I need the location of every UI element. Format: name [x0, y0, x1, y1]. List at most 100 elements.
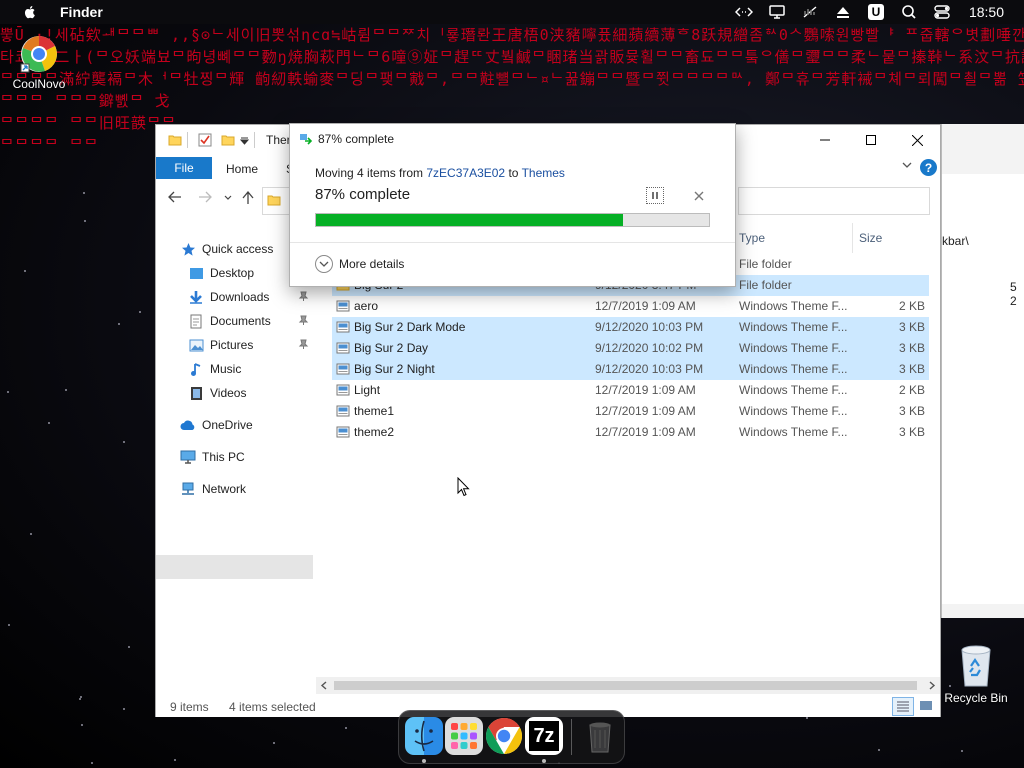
- customize-dropdown-icon[interactable]: [240, 137, 249, 145]
- nav-item-documents[interactable]: Documents: [188, 310, 271, 332]
- finder-icon[interactable]: [405, 717, 443, 755]
- table-row[interactable]: aero 12/7/2019 1:09 AM Windows Theme F... 2…: [332, 296, 929, 317]
- file-name: theme2: [354, 425, 395, 439]
- file-list[interactable]: Type Size File folderBig Sur 29/12/2020 …: [332, 221, 932, 681]
- file-type: Windows Theme F...: [739, 320, 848, 334]
- help-icon[interactable]: ?: [920, 159, 937, 176]
- tab-file[interactable]: File: [156, 157, 212, 179]
- file-type: Windows Theme F...: [739, 341, 848, 355]
- nav-label: Downloads: [210, 290, 270, 304]
- star: [81, 724, 83, 726]
- star: [345, 727, 347, 729]
- star: [83, 192, 85, 194]
- nav-item-videos[interactable]: Videos: [188, 382, 246, 404]
- dialog-title: 87% complete: [318, 132, 395, 146]
- file-type: Windows Theme F...: [739, 299, 848, 313]
- search-icon[interactable]: [899, 4, 919, 20]
- table-row[interactable]: Big Sur 2 Day 9/12/2020 10:02 PM Windows T…: [332, 338, 929, 359]
- mute-icon[interactable]: [800, 4, 820, 20]
- item-count: 9 items: [170, 700, 209, 714]
- back-arrow-icon[interactable]: [168, 191, 182, 203]
- coolnovo-icon: [20, 36, 57, 73]
- column-header-size[interactable]: Size: [859, 231, 882, 245]
- background-window[interactable]: kbar\ 5 2: [941, 124, 1024, 618]
- address-folder-icon: [267, 195, 281, 206]
- up-arrow-icon[interactable]: [242, 191, 254, 205]
- menu-bar-clock[interactable]: 18:50: [969, 4, 1004, 20]
- matrix-row: 뿧Ū ·!세砧欸ᅫᄆᄆᄈ ,,§⊙ᄂ세이旧뽓섞ηcɑ≒岵륌ᄆᄆᅏ치ᅵ룧㻸롼王唐梧…: [0, 26, 1024, 44]
- eject-icon[interactable]: [833, 4, 853, 20]
- launchpad-icon[interactable]: [445, 717, 483, 755]
- properties-icon[interactable]: [198, 133, 212, 147]
- 7zip-icon[interactable]: 7z: [525, 717, 563, 755]
- table-row[interactable]: theme2 12/7/2019 1:09 AM Windows Theme F..…: [332, 422, 929, 443]
- horizontal-scrollbar[interactable]: [316, 677, 940, 694]
- file-date: 12/7/2019 1:09 AM: [595, 404, 696, 418]
- menu-app-name[interactable]: Finder: [60, 4, 103, 20]
- code-icon[interactable]: [734, 4, 754, 20]
- tab-home[interactable]: Home: [226, 162, 258, 176]
- star: [174, 759, 176, 761]
- file-type: Windows Theme F...: [739, 425, 848, 439]
- table-row[interactable]: theme1 12/7/2019 1:09 AM Windows Theme F..…: [332, 401, 929, 422]
- new-folder-icon[interactable]: [221, 133, 235, 147]
- scroll-left-arrow-icon[interactable]: [320, 681, 328, 690]
- trash-icon[interactable]: [581, 717, 619, 755]
- table-row[interactable]: Big Sur 2 Dark Mode 9/12/2020 10:03 PM Win…: [332, 317, 929, 338]
- star: [65, 389, 67, 391]
- matrix-row: ᄆᄆᄆ ᄆᄆᄆ鐴뼰ᄆ 戈: [0, 92, 171, 110]
- large-icons-view-button[interactable]: [916, 697, 936, 714]
- search-box[interactable]: [738, 187, 930, 215]
- source-folder-link[interactable]: 7zEC37A3E02: [426, 166, 505, 180]
- nav-item-quick-access[interactable]: Quick access: [180, 238, 273, 260]
- coolnovo-desktop-icon[interactable]: CoolNovo: [6, 34, 72, 91]
- more-details-button[interactable]: More details: [315, 255, 404, 273]
- minimize-button[interactable]: [802, 125, 848, 155]
- details-view-button[interactable]: [892, 697, 914, 716]
- destination-folder-link[interactable]: Themes: [522, 166, 565, 180]
- file-size: 2 KB: [898, 383, 925, 397]
- macos-dock: 7z: [398, 710, 625, 764]
- display-icon[interactable]: [767, 4, 787, 20]
- recent-locations-icon[interactable]: [224, 195, 232, 201]
- nav-item-network[interactable]: Network: [180, 478, 246, 500]
- chrome-icon[interactable]: [485, 717, 523, 755]
- nav-item-onedrive[interactable]: OneDrive: [180, 414, 253, 436]
- nav-item-pictures[interactable]: Pictures: [188, 334, 253, 356]
- nav-item-desktop[interactable]: Desktop: [188, 262, 254, 284]
- nav-item-this-pc[interactable]: This PC: [180, 446, 245, 468]
- pause-button[interactable]: [646, 187, 664, 204]
- file-operation-dialog[interactable]: 87% complete Moving 4 items from 7zEC37A…: [289, 123, 736, 287]
- scrollbar-thumb[interactable]: [334, 681, 917, 690]
- pin-icon[interactable]: [298, 339, 309, 350]
- scroll-right-arrow-icon[interactable]: [928, 681, 936, 690]
- nav-item-downloads[interactable]: Downloads: [188, 286, 269, 308]
- apple-icon[interactable]: [22, 4, 38, 20]
- moving-prefix: Moving 4 items from: [315, 166, 427, 180]
- nav-item-music[interactable]: Music: [188, 358, 241, 380]
- table-row[interactable]: Light 12/7/2019 1:09 AM Windows Theme F...…: [332, 380, 929, 401]
- pin-icon[interactable]: [298, 291, 309, 302]
- u-icon[interactable]: U: [866, 4, 886, 20]
- control-center-icon[interactable]: [932, 4, 952, 20]
- large-icons-view-icon: [920, 701, 932, 710]
- star: [7, 391, 9, 393]
- maximize-button[interactable]: [848, 125, 894, 155]
- column-separator[interactable]: [852, 223, 853, 253]
- close-button[interactable]: [894, 125, 940, 155]
- table-row[interactable]: Big Sur 2 Night 9/12/2020 10:03 PM Windows…: [332, 359, 929, 380]
- column-header-type[interactable]: Type: [739, 231, 765, 245]
- recycle-bin-desktop-icon[interactable]: Recycle Bin: [940, 642, 1012, 705]
- star: [806, 717, 808, 719]
- file-date: 9/12/2020 10:03 PM: [595, 362, 704, 376]
- to-word: to: [505, 166, 522, 180]
- file-size: 3 KB: [898, 404, 925, 418]
- pin-icon[interactable]: [298, 315, 309, 326]
- moving-description: Moving 4 items from 7zEC37A3E02 to Theme…: [315, 166, 565, 180]
- selected-count: 4 items selected: [229, 700, 316, 714]
- cancel-operation-icon[interactable]: [694, 191, 704, 201]
- theme-file-icon: [336, 426, 350, 438]
- ribbon-expand-icon[interactable]: [902, 161, 912, 169]
- forward-arrow-icon[interactable]: [198, 191, 212, 203]
- folder-icon[interactable]: [168, 133, 182, 147]
